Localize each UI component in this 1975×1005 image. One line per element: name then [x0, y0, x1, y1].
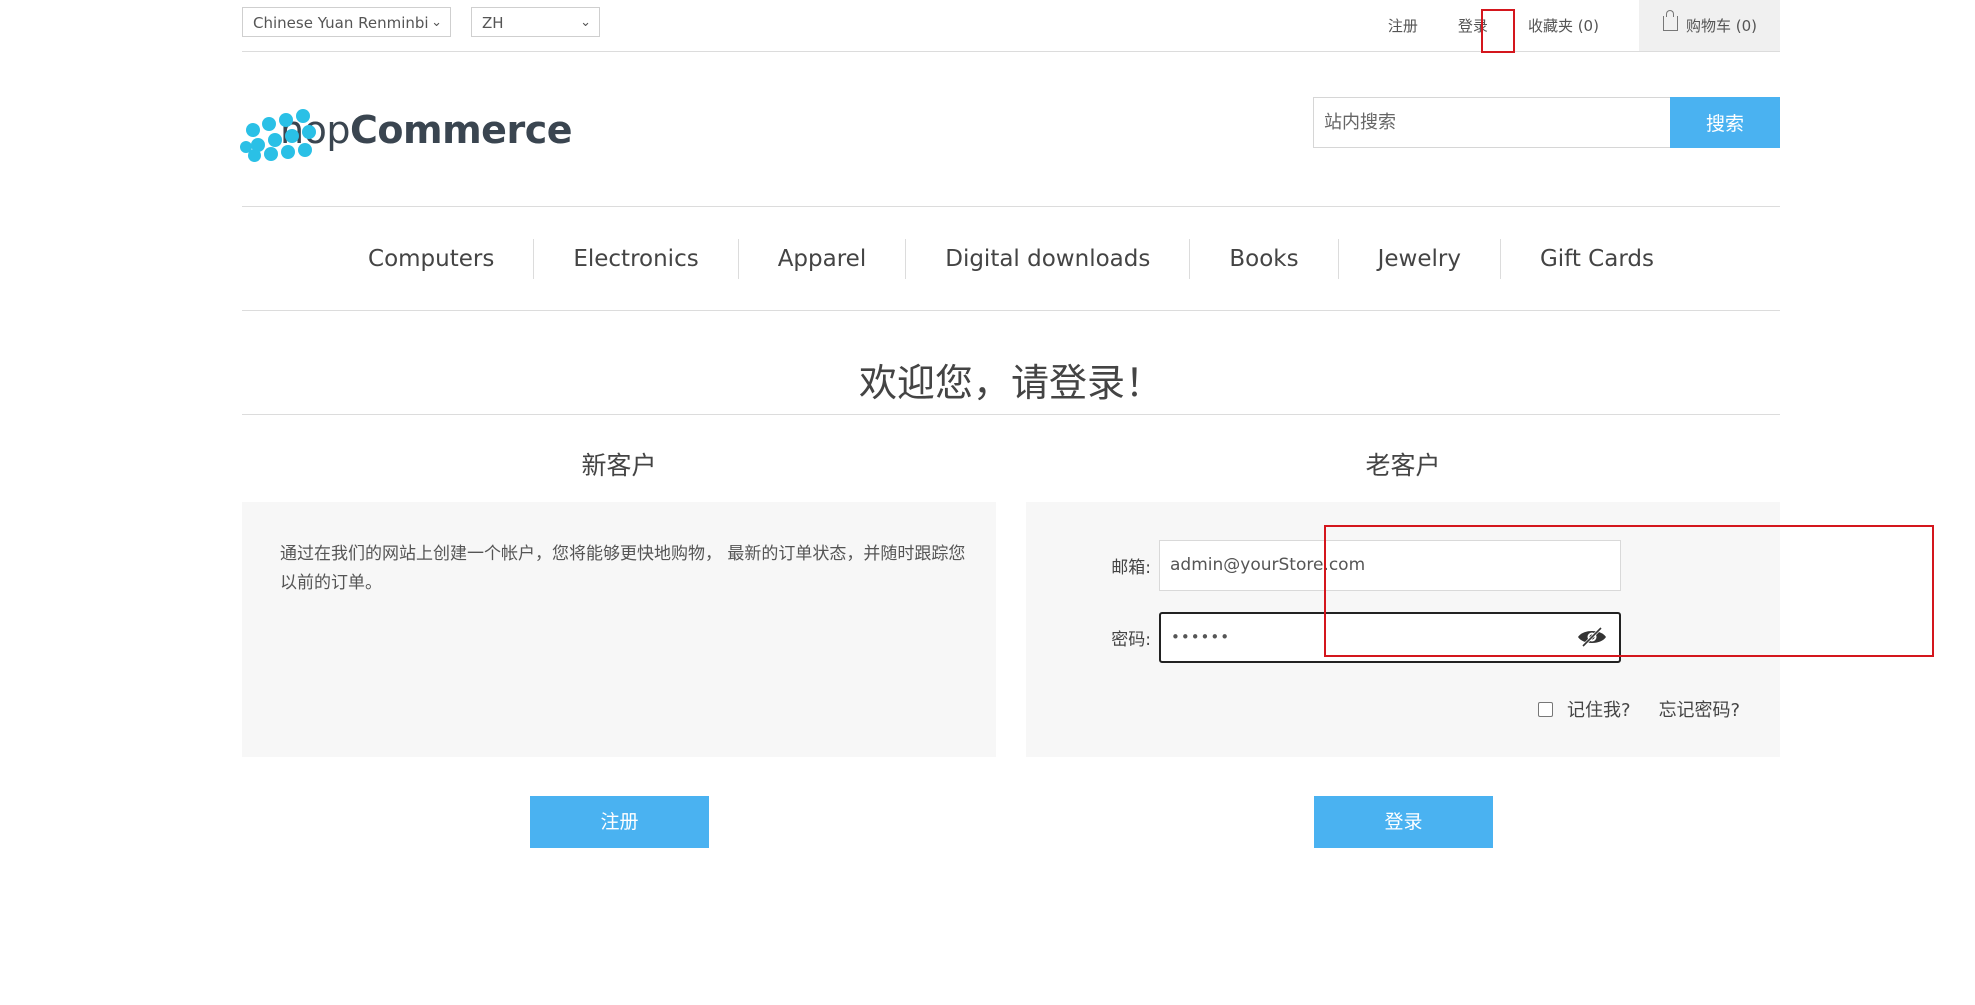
- email-label: 邮箱:: [1111, 558, 1151, 578]
- login-form-highlight: [1324, 525, 1934, 657]
- shopping-bag-icon: [1662, 10, 1678, 31]
- currency-select-value: Chinese Yuan Renminbi: [253, 14, 429, 32]
- header-links: 注册 登录 收藏夹 (0) 购物车 (0): [1388, 0, 1780, 51]
- search-input[interactable]: [1313, 97, 1670, 148]
- search-button[interactable]: 搜索: [1670, 97, 1780, 148]
- new-customer-text: 通过在我们的网站上创建一个帐户，您将能够更快地购物， 最新的订单状态，并随时跟踪…: [280, 544, 966, 593]
- menu-item-jewelry[interactable]: Jewelry: [1337, 238, 1500, 279]
- wishlist-link[interactable]: 收藏夹 (0): [1528, 15, 1599, 36]
- login-button[interactable]: 登录: [1314, 796, 1493, 848]
- login-link-highlight: [1481, 9, 1515, 53]
- register-link[interactable]: 注册: [1388, 15, 1418, 36]
- header-top-bar: Chinese Yuan Renminbi ⌄ ZH ⌄ 注册 登录 收藏夹 (…: [242, 0, 1780, 52]
- new-customer-heading: 新客户: [242, 430, 996, 503]
- logo-dots-icon: [240, 101, 316, 162]
- returning-customer-heading: 老客户: [1026, 430, 1780, 503]
- search-box: 搜索: [1313, 97, 1780, 148]
- remember-me-checkbox[interactable]: [1538, 701, 1553, 717]
- remember-row: 记住我? 忘记密码?: [1538, 696, 1740, 722]
- shopping-cart-link[interactable]: 购物车 (0): [1638, 0, 1780, 51]
- menu-item-gift-cards[interactable]: Gift Cards: [1499, 238, 1693, 279]
- language-select[interactable]: ZH ⌄: [471, 7, 600, 37]
- new-customer-panel: 通过在我们的网站上创建一个帐户，您将能够更快地购物， 最新的订单状态，并随时跟踪…: [242, 502, 996, 757]
- register-button[interactable]: 注册: [530, 796, 709, 848]
- password-label: 密码:: [1111, 630, 1151, 650]
- chevron-down-icon: ⌄: [431, 15, 442, 30]
- password-value: ••••••: [1171, 628, 1231, 646]
- logo-wordmark: nopCommerce: [280, 108, 572, 152]
- page-title: 欢迎您，请登录！: [858, 361, 1163, 405]
- language-select-value: ZH: [482, 14, 504, 32]
- store-logo[interactable]: nopCommerce: [240, 95, 573, 165]
- chevron-down-icon: ⌄: [580, 15, 591, 30]
- menu-item-computers[interactable]: Computers: [329, 239, 533, 279]
- menu-item-electronics[interactable]: Electronics: [533, 238, 737, 279]
- menu-item-books[interactable]: Books: [1189, 238, 1337, 279]
- menu-item-digital-downloads[interactable]: Digital downloads: [905, 238, 1189, 279]
- menu-item-apparel[interactable]: Apparel: [737, 238, 906, 279]
- currency-select[interactable]: Chinese Yuan Renminbi ⌄: [242, 7, 451, 37]
- shopping-cart-label: 购物车 (0): [1685, 17, 1757, 35]
- forgot-password-link[interactable]: 忘记密码?: [1659, 696, 1741, 722]
- title-divider: [242, 414, 1780, 415]
- remember-me-label[interactable]: 记住我?: [1567, 696, 1631, 722]
- top-menu: Computers Electronics Apparel Digital do…: [242, 206, 1780, 311]
